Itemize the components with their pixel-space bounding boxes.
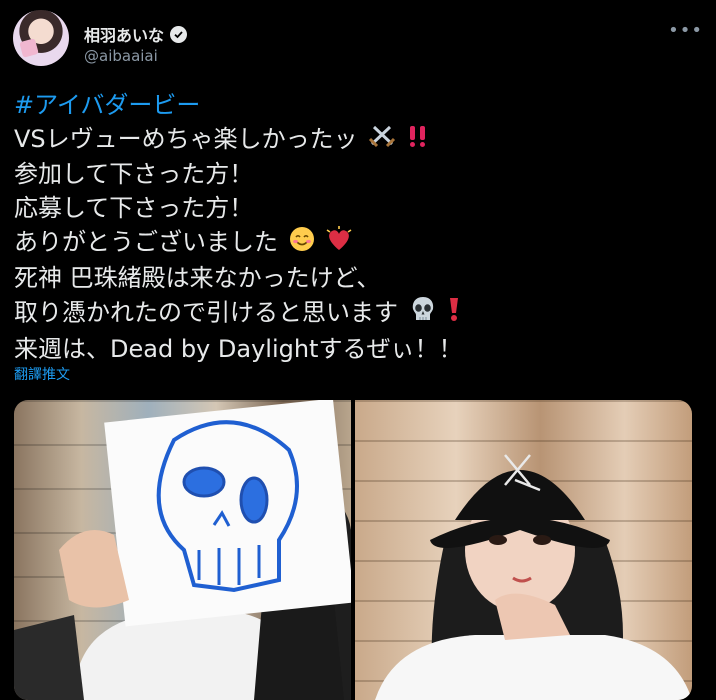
tweet-line-text: 来週は、Dead by Daylightするぜぃ！！: [14, 334, 463, 363]
avatar[interactable]: [13, 10, 69, 66]
double-exclamation-emoji: [407, 123, 429, 157]
name-row: 相羽あいな: [84, 22, 188, 46]
tweet-line-text: 応募して下さった方！: [14, 194, 254, 222]
tweet-text: #アイバダービー VSレヴューめちゃ楽しかったッ 参加して下さった方！ 応募して…: [14, 88, 704, 366]
crossed-swords-emoji: [368, 123, 396, 157]
tweet-header: 相羽あいな @aibaaiai •••: [13, 10, 703, 68]
tweet-line: ありがとうございました: [14, 225, 704, 261]
translate-tweet-link[interactable]: 翻譯推文: [14, 364, 70, 384]
tweet-line: VSレヴューめちゃ楽しかったッ: [14, 122, 704, 157]
tweet-line: 死神 巴珠緒殿は来なかったけど、: [14, 261, 704, 295]
hashtag-link[interactable]: #アイバダービー: [14, 91, 200, 119]
beating-heart-emoji: [325, 225, 353, 261]
tweet-line: 取り憑かれたので引けると思います: [14, 295, 704, 332]
more-options-icon[interactable]: •••: [668, 20, 703, 41]
verified-badge-icon: [170, 25, 188, 43]
tweet-line: 参加して下さった方！: [14, 157, 704, 191]
tweet-line-text: ありがとうございました: [14, 228, 278, 256]
tweet-line: 応募して下さった方！: [14, 191, 704, 225]
display-name[interactable]: 相羽あいな: [84, 22, 164, 46]
skull-emoji: [409, 295, 437, 332]
tweet-line-text: VSレヴューめちゃ楽しかったッ: [14, 125, 358, 153]
red-exclamation-emoji: [447, 296, 461, 331]
photo-skull-drawing[interactable]: [14, 400, 351, 700]
tweet-line: #アイバダービー: [14, 88, 704, 122]
tweet-line-text: 死神 巴珠緒殿は来なかったけど、: [14, 263, 381, 292]
tweet-line-text: 取り憑かれたので引けると思います: [14, 298, 398, 326]
tweet-line: 来週は、Dead by Daylightするぜぃ！！: [14, 332, 704, 366]
user-handle[interactable]: @aibaaiai: [84, 47, 158, 65]
media-grid: [14, 400, 692, 700]
smiling-face-emoji: [289, 226, 315, 261]
photo-bucket-hat[interactable]: [355, 400, 692, 700]
tweet-line-text: 参加して下さった方！: [14, 160, 254, 188]
